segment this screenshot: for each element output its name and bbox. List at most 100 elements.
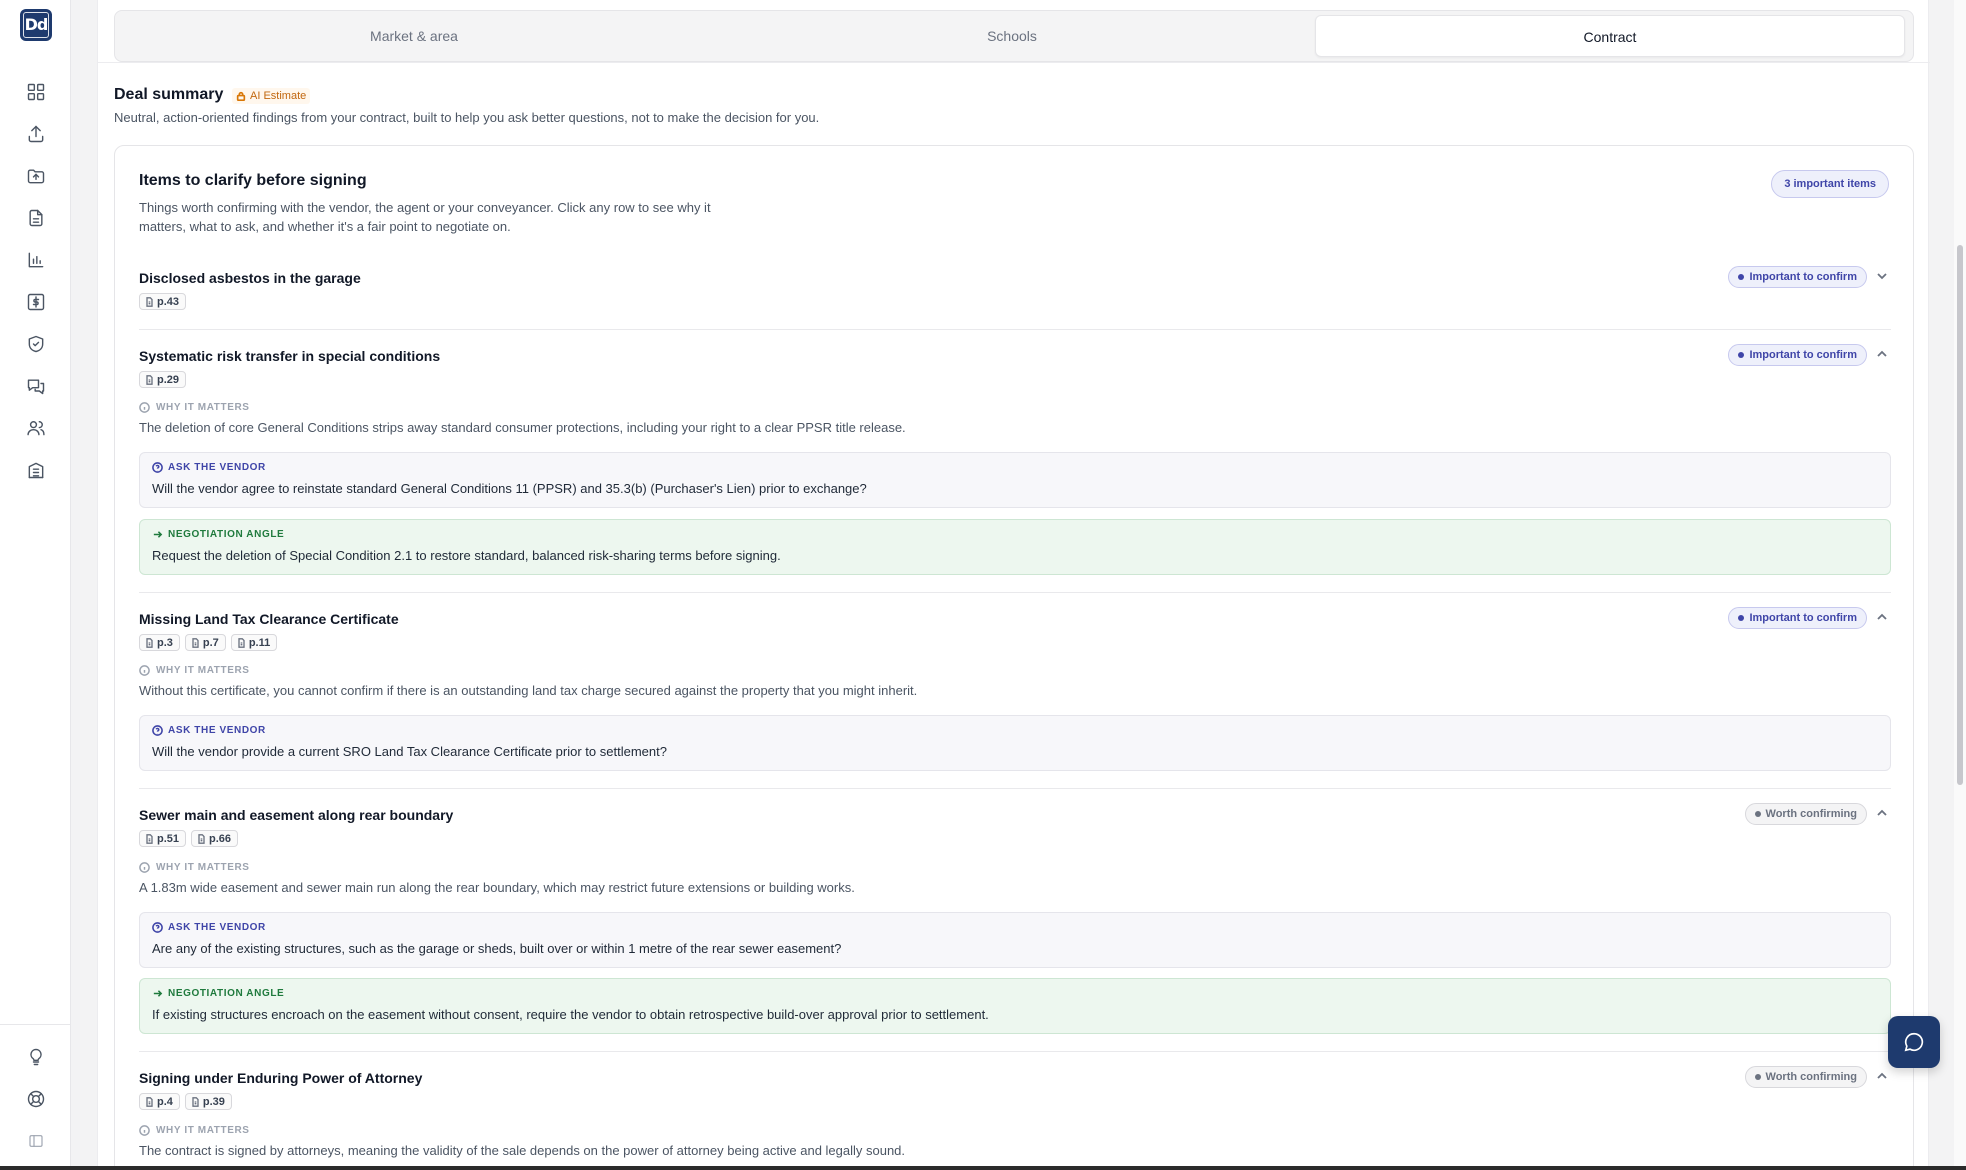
page-refs: p.29: [139, 371, 187, 388]
page-chip[interactable]: p.4: [139, 1093, 180, 1110]
item-divider: [139, 788, 1891, 789]
tab-contract[interactable]: Contract: [1315, 15, 1905, 57]
sidebar-toggle-icon[interactable]: [24, 1129, 48, 1153]
file-icon: [192, 1096, 199, 1107]
page-ref-label: p.3: [157, 636, 173, 649]
arrow-right-icon: [153, 531, 163, 538]
file-icon: [198, 833, 205, 844]
file-icon: [146, 637, 153, 648]
dashboard-icon[interactable]: [24, 80, 48, 104]
negotiate-label-text: NEGOTIATION ANGLE: [168, 529, 285, 540]
why-label-text: WHY IT MATTERS: [156, 1125, 250, 1136]
chevron-up-icon[interactable]: [1875, 610, 1889, 624]
arrow-right-icon: [153, 990, 163, 997]
ask-vendor-box: ASK THE VENDOR Will the vendor provide a…: [139, 715, 1891, 771]
folder-upload-icon[interactable]: [24, 164, 48, 188]
ask-vendor-label: ASK THE VENDOR: [152, 922, 266, 933]
why-label-text: WHY IT MATTERS: [156, 665, 250, 676]
chevron-up-icon[interactable]: [1875, 1069, 1889, 1083]
clarify-description: Things worth confirming with the vendor,…: [139, 200, 711, 234]
dollar-icon[interactable]: [24, 290, 48, 314]
item-title: Sewer main and easement along rear bound…: [139, 807, 454, 823]
bar-chart-icon[interactable]: [24, 248, 48, 272]
ask-vendor-label: ASK THE VENDOR: [152, 462, 266, 473]
chat-button[interactable]: [1888, 1016, 1940, 1068]
lightbulb-icon[interactable]: [24, 1045, 48, 1069]
ask-vendor-label: ASK THE VENDOR: [152, 725, 266, 736]
window-bottom-edge: [0, 1166, 1966, 1170]
deal-summary-title: Deal summary: [114, 86, 224, 103]
status-badge: Worth confirming: [1744, 1066, 1867, 1088]
tab-market-area[interactable]: Market & area: [119, 15, 709, 57]
chevron-up-icon[interactable]: [1875, 347, 1889, 361]
scrollbar-thumb[interactable]: [1957, 245, 1963, 785]
item-title: Systematic risk transfer in special cond…: [139, 348, 441, 364]
negotiation-angle-text: Request the deletion of Special Conditio…: [152, 548, 781, 563]
question-icon: [152, 462, 163, 473]
important-count-badge: 3 important items: [1771, 170, 1889, 198]
item-title: Disclosed asbestos in the garage: [139, 270, 361, 286]
page-chip[interactable]: p.51: [139, 830, 187, 847]
ask-vendor-text: Will the vendor agree to reinstate stand…: [152, 481, 867, 496]
ask-vendor-box: ASK THE VENDOR Will the vendor agree to …: [139, 452, 1891, 508]
page-ref-label: p.29: [157, 373, 180, 386]
file-icon: [146, 296, 153, 307]
chevron-up-icon[interactable]: [1875, 806, 1889, 820]
shield-check-icon[interactable]: [24, 332, 48, 356]
question-icon: [152, 922, 163, 933]
ask-vendor-box: ASK THE VENDOR Are any of the existing s…: [139, 912, 1891, 968]
page-ref-label: p.39: [202, 1095, 225, 1108]
page-chip[interactable]: p.39: [184, 1093, 232, 1110]
page-ref-label: p.51: [157, 832, 180, 845]
status-label: Important to confirm: [1749, 349, 1857, 361]
deal-summary-subtitle: Neutral, action-oriented findings from y…: [114, 110, 820, 125]
page-ref-label: p.4: [157, 1095, 173, 1108]
page-refs: p.51 p.66: [139, 830, 239, 847]
page-ref-label: p.11: [248, 636, 271, 649]
ai-estimate-label: AI Estimate: [250, 90, 307, 102]
negotiation-angle-text: If existing structures encroach on the e…: [152, 1007, 989, 1022]
why-it-matters-label: WHY IT MATTERS: [139, 862, 250, 873]
help-lifebuoy-icon[interactable]: [24, 1087, 48, 1111]
status-label: Important to confirm: [1749, 612, 1857, 624]
page-chip[interactable]: p.66: [191, 830, 239, 847]
ask-vendor-text: Will the vendor provide a current SRO La…: [152, 744, 667, 759]
lock-icon: [236, 91, 246, 101]
page-chip[interactable]: p.29: [139, 371, 187, 388]
upload-icon[interactable]: [24, 122, 48, 146]
info-icon: [139, 402, 150, 413]
ai-estimate-badge: AI Estimate: [232, 88, 311, 104]
why-label-text: WHY IT MATTERS: [156, 862, 250, 873]
status-badge: Important to confirm: [1728, 344, 1867, 366]
ask-vendor-text: Are any of the existing structures, such…: [152, 941, 842, 956]
why-it-matters-text: The deletion of core General Conditions …: [139, 420, 906, 435]
page-chip[interactable]: p.43: [139, 293, 187, 310]
chevron-down-icon[interactable]: [1875, 269, 1889, 283]
messages-icon[interactable]: [24, 374, 48, 398]
app-logo[interactable]: Dd: [20, 9, 52, 41]
negotiation-angle-label: NEGOTIATION ANGLE: [152, 529, 284, 540]
file-icon: [146, 374, 153, 385]
document-icon[interactable]: [24, 206, 48, 230]
page-refs: p.43: [139, 293, 187, 310]
negotiation-angle-box: NEGOTIATION ANGLE If existing structures…: [139, 978, 1891, 1034]
page-refs: p.4 p.39: [139, 1093, 232, 1110]
status-badge: Important to confirm: [1728, 266, 1867, 288]
page-chip[interactable]: p.7: [184, 634, 226, 651]
page-chip[interactable]: p.11: [230, 634, 278, 651]
file-icon: [238, 637, 245, 648]
status-badge: Worth confirming: [1744, 803, 1867, 825]
ask-label-text: ASK THE VENDOR: [168, 462, 266, 473]
negotiation-angle-label: NEGOTIATION ANGLE: [152, 988, 284, 999]
status-label: Important to confirm: [1749, 271, 1857, 283]
building-icon[interactable]: [24, 458, 48, 482]
info-icon: [139, 1125, 150, 1136]
item-divider: [139, 1051, 1891, 1052]
why-it-matters-label: WHY IT MATTERS: [139, 665, 250, 676]
users-icon[interactable]: [24, 416, 48, 440]
page-chip[interactable]: p.3: [139, 634, 180, 651]
sidebar-divider: [0, 1024, 71, 1025]
tab-schools[interactable]: Schools: [717, 15, 1307, 57]
page-refs: p.3 p.7 p.11: [139, 634, 278, 651]
page-ref-label: p.66: [209, 832, 232, 845]
